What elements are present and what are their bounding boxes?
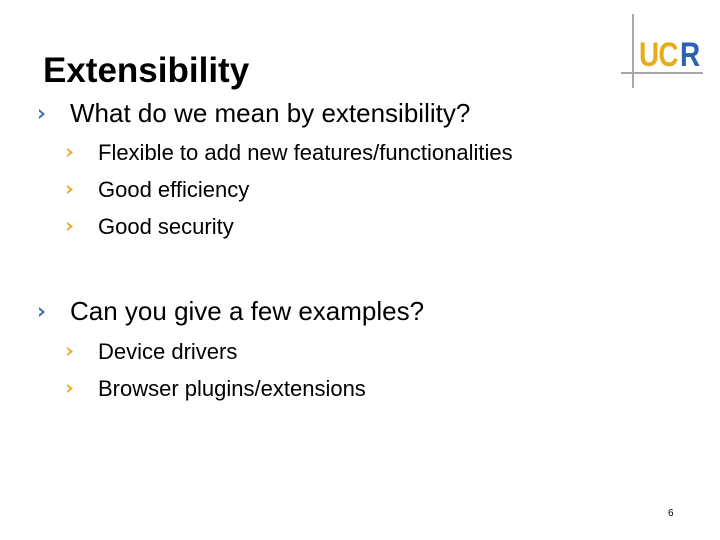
bullet-chevron-shape (39, 307, 45, 317)
sub-bullet-item: Flexible to add new features/functionali… (98, 140, 513, 165)
bullet-chevron-shape (67, 384, 73, 393)
bullet-chevron-shape (67, 347, 73, 356)
chevron-right-icon (66, 383, 75, 394)
slide-title: Extensibility (43, 51, 250, 91)
bullet-chevron-shape (67, 185, 73, 194)
chevron-right-icon (66, 346, 75, 357)
sub-bullet-item: Device drivers (98, 339, 238, 364)
bullet-chevron-shape (67, 148, 73, 157)
chevron-right-icon (66, 221, 75, 232)
chevron-right-icon (38, 306, 47, 318)
bullet-item: What do we mean by extensibility? (70, 98, 471, 128)
ucr-logo: UC R (618, 12, 708, 90)
chevron-right-icon (38, 108, 47, 120)
sub-bullet-item: Good efficiency (98, 177, 250, 202)
sub-bullet-item: Good security (98, 214, 234, 239)
sub-bullet-item: Browser plugins/extensions (98, 376, 366, 401)
chevron-right-icon (66, 184, 75, 195)
logo-vertical-line (632, 14, 634, 88)
bullet-chevron-shape (39, 109, 45, 119)
bullet-item: Can you give a few examples? (70, 296, 425, 326)
page-number: 6 (668, 508, 674, 519)
logo-text-r: R (680, 36, 701, 74)
chevron-right-icon (66, 147, 75, 158)
bullet-chevron-shape (67, 222, 73, 231)
logo-text-uc: UC (639, 36, 678, 74)
